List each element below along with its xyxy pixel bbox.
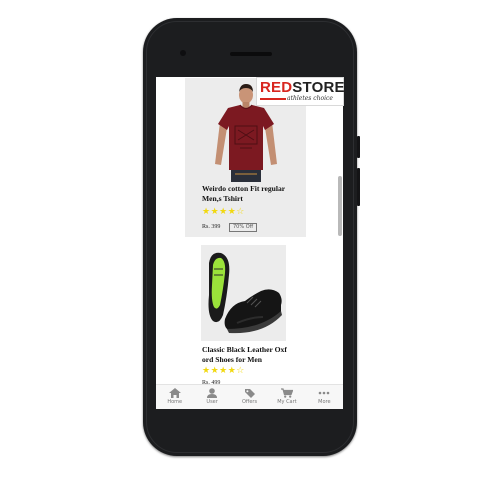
rating-stars: ★★★★☆ [202,207,245,217]
product-title-line[interactable]: ord Shoes for Men [202,355,287,365]
nav-label: More [318,399,331,405]
nav-item-offers[interactable]: Offers [231,385,268,409]
product-title-line[interactable]: Men,s Tshirt [202,194,285,204]
logo-text-red: RED [260,79,293,96]
bottom-nav: Home User Offers My Cart More [156,384,343,409]
tag-icon [244,389,255,398]
power-button [357,168,360,206]
product-title-line[interactable]: Weirdo cotton Fit regular [202,184,285,194]
product-title-line[interactable]: Classic Black Leather Oxf [202,345,287,355]
discount-badge: 70% Off [229,223,258,232]
nav-label: Home [167,399,183,405]
nav-item-home[interactable]: Home [156,385,193,409]
nav-item-more[interactable]: More [306,385,343,409]
volume-button [357,136,360,158]
product-image[interactable] [201,245,286,341]
nav-label: User [206,399,218,405]
logo-tagline: athletes choice [287,95,333,102]
cart-icon [280,388,293,398]
front-camera [180,50,186,56]
scrollbar[interactable] [338,176,342,236]
product-price: Rs. 399 [202,224,221,230]
more-icon [319,391,330,395]
rating-stars: ★★★★☆ [202,366,245,376]
brand-logo[interactable]: REDSTORE athletes choice [256,77,344,106]
home-icon [168,388,181,398]
product-title[interactable]: Classic Black Leather Oxf ord Shoes for … [202,345,287,365]
nav-item-cart[interactable]: My Cart [268,385,305,409]
nav-item-user[interactable]: User [193,385,230,409]
user-icon [207,388,218,398]
nav-label: My Cart [277,399,297,405]
earpiece-speaker [230,52,272,56]
product-title[interactable]: Weirdo cotton Fit regular Men,s Tshirt [202,184,285,204]
logo-underline [260,98,286,100]
logo-text-dark: STORE [292,79,345,96]
nav-label: Offers [241,399,258,405]
